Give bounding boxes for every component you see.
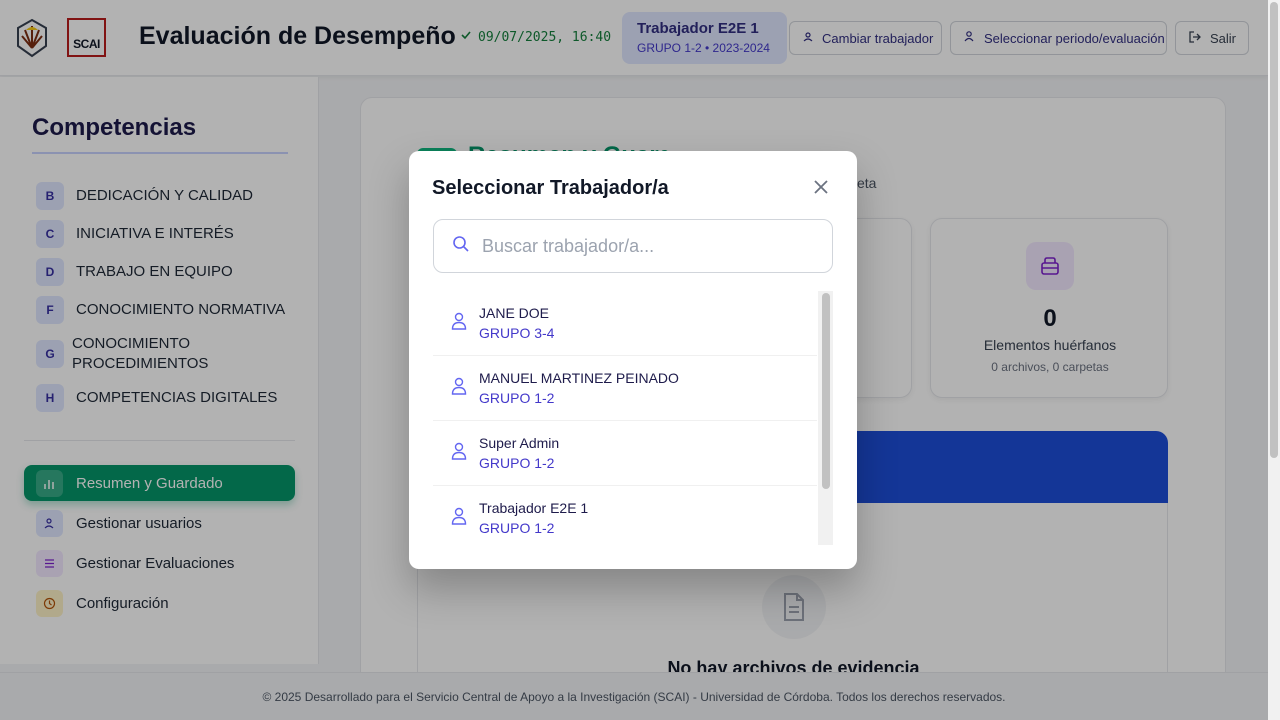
worker-row[interactable]: Trabajador E2E 1 GRUPO 1-2 <box>433 486 817 545</box>
worker-group: GRUPO 3-4 <box>479 325 555 341</box>
worker-row[interactable]: MANUEL MARTINEZ PEINADO GRUPO 1-2 <box>433 356 817 421</box>
modal-title: Seleccionar Trabajador/a <box>432 177 669 199</box>
worker-group: GRUPO 1-2 <box>479 390 555 406</box>
select-worker-modal: Seleccionar Trabajador/a JANE DOE GRUPO … <box>409 151 857 569</box>
close-button[interactable] <box>809 177 833 201</box>
user-icon <box>451 507 467 530</box>
page-scrollbar[interactable] <box>1268 0 1280 720</box>
worker-name: JANE DOE <box>479 305 550 321</box>
page-scrollbar-thumb[interactable] <box>1270 2 1278 458</box>
worker-name: Super Admin <box>479 435 560 451</box>
worker-row[interactable]: Super Admin GRUPO 1-2 <box>433 421 817 486</box>
worker-group: GRUPO 1-2 <box>479 520 555 536</box>
worker-row[interactable]: JANE DOE GRUPO 3-4 <box>433 291 817 356</box>
worker-name: MANUEL MARTINEZ PEINADO <box>479 370 679 386</box>
worker-list: JANE DOE GRUPO 3-4 MANUEL MARTINEZ PEINA… <box>433 291 833 545</box>
user-icon <box>451 442 467 465</box>
close-icon <box>812 178 830 201</box>
search-input[interactable] <box>482 235 802 257</box>
search-icon <box>452 235 470 258</box>
worker-list-scrollbar-thumb[interactable] <box>822 293 830 489</box>
user-icon <box>451 377 467 400</box>
worker-group: GRUPO 1-2 <box>479 455 555 471</box>
worker-name: Trabajador E2E 1 <box>479 500 589 516</box>
worker-list-scrollbar[interactable] <box>818 291 833 545</box>
user-icon <box>451 312 467 335</box>
search-box[interactable] <box>433 219 833 273</box>
